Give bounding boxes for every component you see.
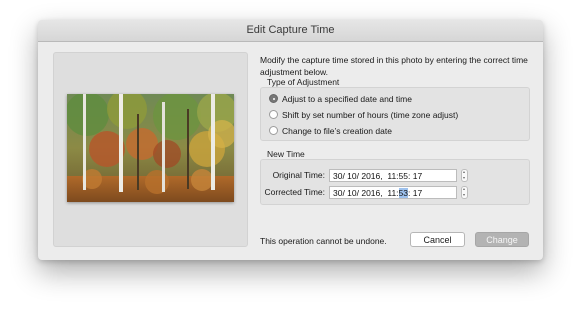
radio-option-label: Change to file’s creation date: [282, 125, 392, 136]
photo-preview-panel: [53, 52, 248, 247]
undo-warning-note: This operation cannot be undone.: [260, 236, 387, 246]
corrected-time-prefix: 30/ 10/ 2016, 11:: [333, 187, 399, 198]
corrected-time-label: Corrected Time:: [264, 187, 325, 197]
adjustment-type-label: Type of Adjustment: [267, 77, 340, 87]
radio-option-label: Adjust to a specified date and time: [282, 93, 412, 104]
radio-option-file-creation-date[interactable]: Change to file’s creation date: [269, 124, 392, 137]
photo-thumbnail: [67, 94, 234, 202]
radio-option-specified-date[interactable]: Adjust to a specified date and time: [269, 92, 412, 105]
dialog-title: Edit Capture Time: [38, 20, 543, 42]
corrected-time-selected-segment[interactable]: 53: [398, 187, 409, 198]
edit-capture-time-dialog: Edit Capture Time Modify the capture tim…: [38, 20, 543, 260]
new-time-label: New Time: [267, 149, 305, 159]
original-time-label: Original Time:: [272, 170, 325, 180]
corrected-time-suffix: : 17: [408, 187, 423, 198]
corrected-time-row: Corrected Time: 30/ 10/ 2016, 11:53: 17: [261, 185, 468, 199]
radio-icon: [269, 126, 278, 135]
change-button[interactable]: Change: [475, 232, 529, 247]
dialog-description: Modify the capture time stored in this p…: [260, 55, 528, 77]
corrected-time-field[interactable]: 30/ 10/ 2016, 11:53: 17: [329, 185, 457, 199]
cancel-button[interactable]: Cancel: [410, 232, 465, 247]
original-time-stepper-icon[interactable]: [461, 168, 468, 182]
radio-option-shift-hours[interactable]: Shift by set number of hours (time zone …: [269, 108, 458, 121]
radio-icon: [269, 110, 278, 119]
screen: Edit Capture Time Modify the capture tim…: [0, 0, 582, 316]
forest-photo-image: [67, 94, 234, 202]
radio-selected-icon: [269, 94, 278, 103]
radio-option-label: Shift by set number of hours (time zone …: [282, 109, 459, 120]
original-time-field[interactable]: 30/ 10/ 2016, 11:55: 17: [329, 168, 457, 182]
corrected-time-stepper-icon[interactable]: [461, 185, 468, 199]
original-time-row: Original Time: 30/ 10/ 2016, 11:55: 17: [261, 168, 468, 182]
new-time-group: Original Time: 30/ 10/ 2016, 11:55: 17 C…: [260, 159, 530, 205]
adjustment-type-group: Adjust to a specified date and time Shif…: [260, 87, 530, 141]
